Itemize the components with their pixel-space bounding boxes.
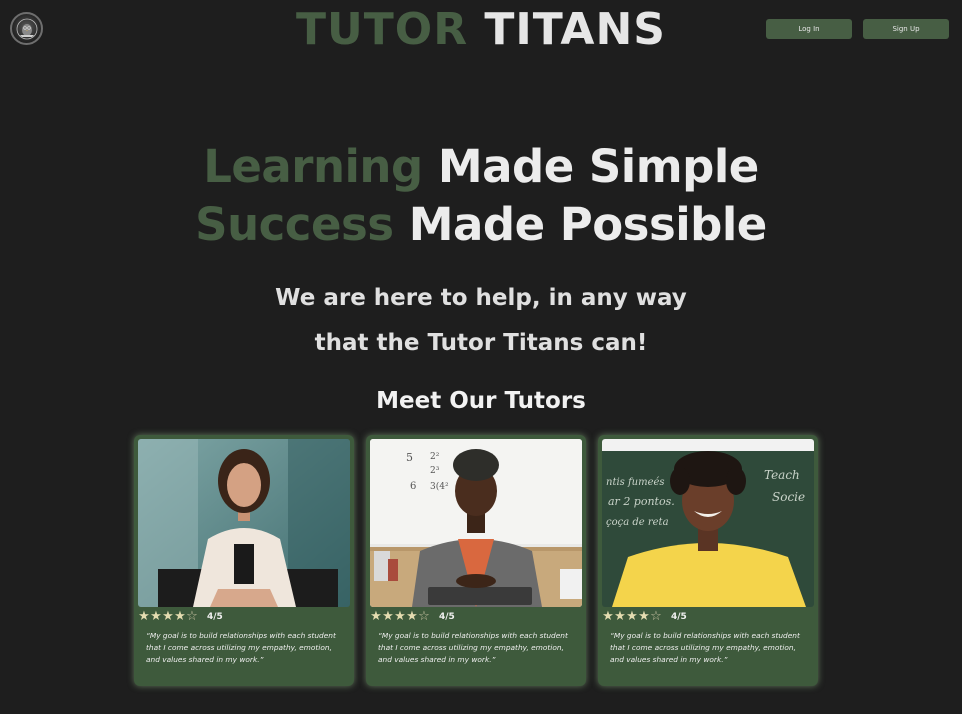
svg-text:Teach: Teach	[764, 468, 800, 482]
star-filled-icon: ★	[138, 609, 150, 624]
tutor-quote: “My goal is to build relationships with …	[378, 631, 568, 664]
star-filled-icon: ★	[162, 609, 174, 624]
star-empty-icon: ☆	[418, 609, 430, 624]
star-filled-icon: ★	[614, 609, 626, 624]
star-filled-icon: ★	[602, 609, 614, 624]
hero-line-2-accent: Success	[195, 198, 394, 251]
hero-headline-line-2: Success Made Possible	[0, 198, 962, 252]
tutor-photo: ntis fumeés ar 2 pontos. çoça de reta Te…	[602, 439, 814, 607]
tutor-card[interactable]: 5 2² 2³ 6 3(4² ★ ★ ★ ★ ☆ 4/5 “My goal is…	[366, 435, 586, 686]
rating-value: 4/5	[207, 612, 223, 622]
tutor-card[interactable]: ★ ★ ★ ★ ☆ 4/5 “My goal is to build relat…	[134, 435, 354, 686]
star-filled-icon: ★	[370, 609, 382, 624]
svg-text:çoça de reta: çoça de reta	[606, 517, 669, 528]
brand-title-first: TUTOR	[296, 4, 469, 55]
tutor-quote: “My goal is to build relationships with …	[146, 631, 336, 664]
rating-value: 4/5	[671, 612, 687, 622]
svg-text:3(4²: 3(4²	[430, 481, 449, 492]
star-empty-icon: ☆	[650, 609, 662, 624]
svg-text:2²: 2²	[430, 452, 440, 462]
star-filled-icon: ★	[626, 609, 638, 624]
svg-text:6: 6	[410, 481, 416, 492]
tutor-card[interactable]: ntis fumeés ar 2 pontos. çoça de reta Te…	[598, 435, 818, 686]
star-filled-icon: ★	[150, 609, 162, 624]
star-empty-icon: ☆	[186, 609, 198, 624]
svg-text:ar 2 pontos.: ar 2 pontos.	[608, 495, 675, 508]
svg-text:2³: 2³	[430, 466, 440, 476]
hero-subtitle-line-1: We are here to help, in any way	[275, 285, 687, 311]
hero-line-1-accent: Learning	[203, 140, 423, 193]
star-rating: ★ ★ ★ ★ ☆ 4/5	[370, 609, 455, 625]
star-filled-icon: ★	[394, 609, 406, 624]
hero-line-2-text: Made Possible	[408, 198, 768, 251]
landing-page: TUTOR TITANS Log In Sign Up Learning Mad…	[0, 0, 962, 714]
login-button[interactable]: Log In	[766, 19, 852, 39]
rating-value: 4/5	[439, 612, 455, 622]
hero-line-1-text: Made Simple	[437, 140, 759, 193]
star-filled-icon: ★	[174, 609, 186, 624]
svg-text:Socie: Socie	[772, 490, 805, 504]
hero-headline-line-1: Learning Made Simple	[0, 140, 962, 194]
star-rating: ★ ★ ★ ★ ☆ 4/5	[602, 609, 687, 625]
svg-text:ntis fumeés: ntis fumeés	[606, 477, 665, 488]
meet-tutors-heading: Meet Our Tutors	[376, 388, 586, 414]
star-filled-icon: ★	[638, 609, 650, 624]
brand-title-second: TITANS	[484, 4, 666, 55]
tutor-photo	[138, 439, 350, 607]
tutor-photo: 5 2² 2³ 6 3(4²	[370, 439, 582, 607]
hero-subtitle-line-2: that the Tutor Titans can!	[314, 330, 648, 356]
tutor-quote: “My goal is to build relationships with …	[610, 631, 800, 664]
signup-button[interactable]: Sign Up	[863, 19, 949, 39]
star-filled-icon: ★	[382, 609, 394, 624]
star-filled-icon: ★	[406, 609, 418, 624]
svg-text:5: 5	[406, 451, 413, 464]
star-rating: ★ ★ ★ ★ ☆ 4/5	[138, 609, 223, 625]
